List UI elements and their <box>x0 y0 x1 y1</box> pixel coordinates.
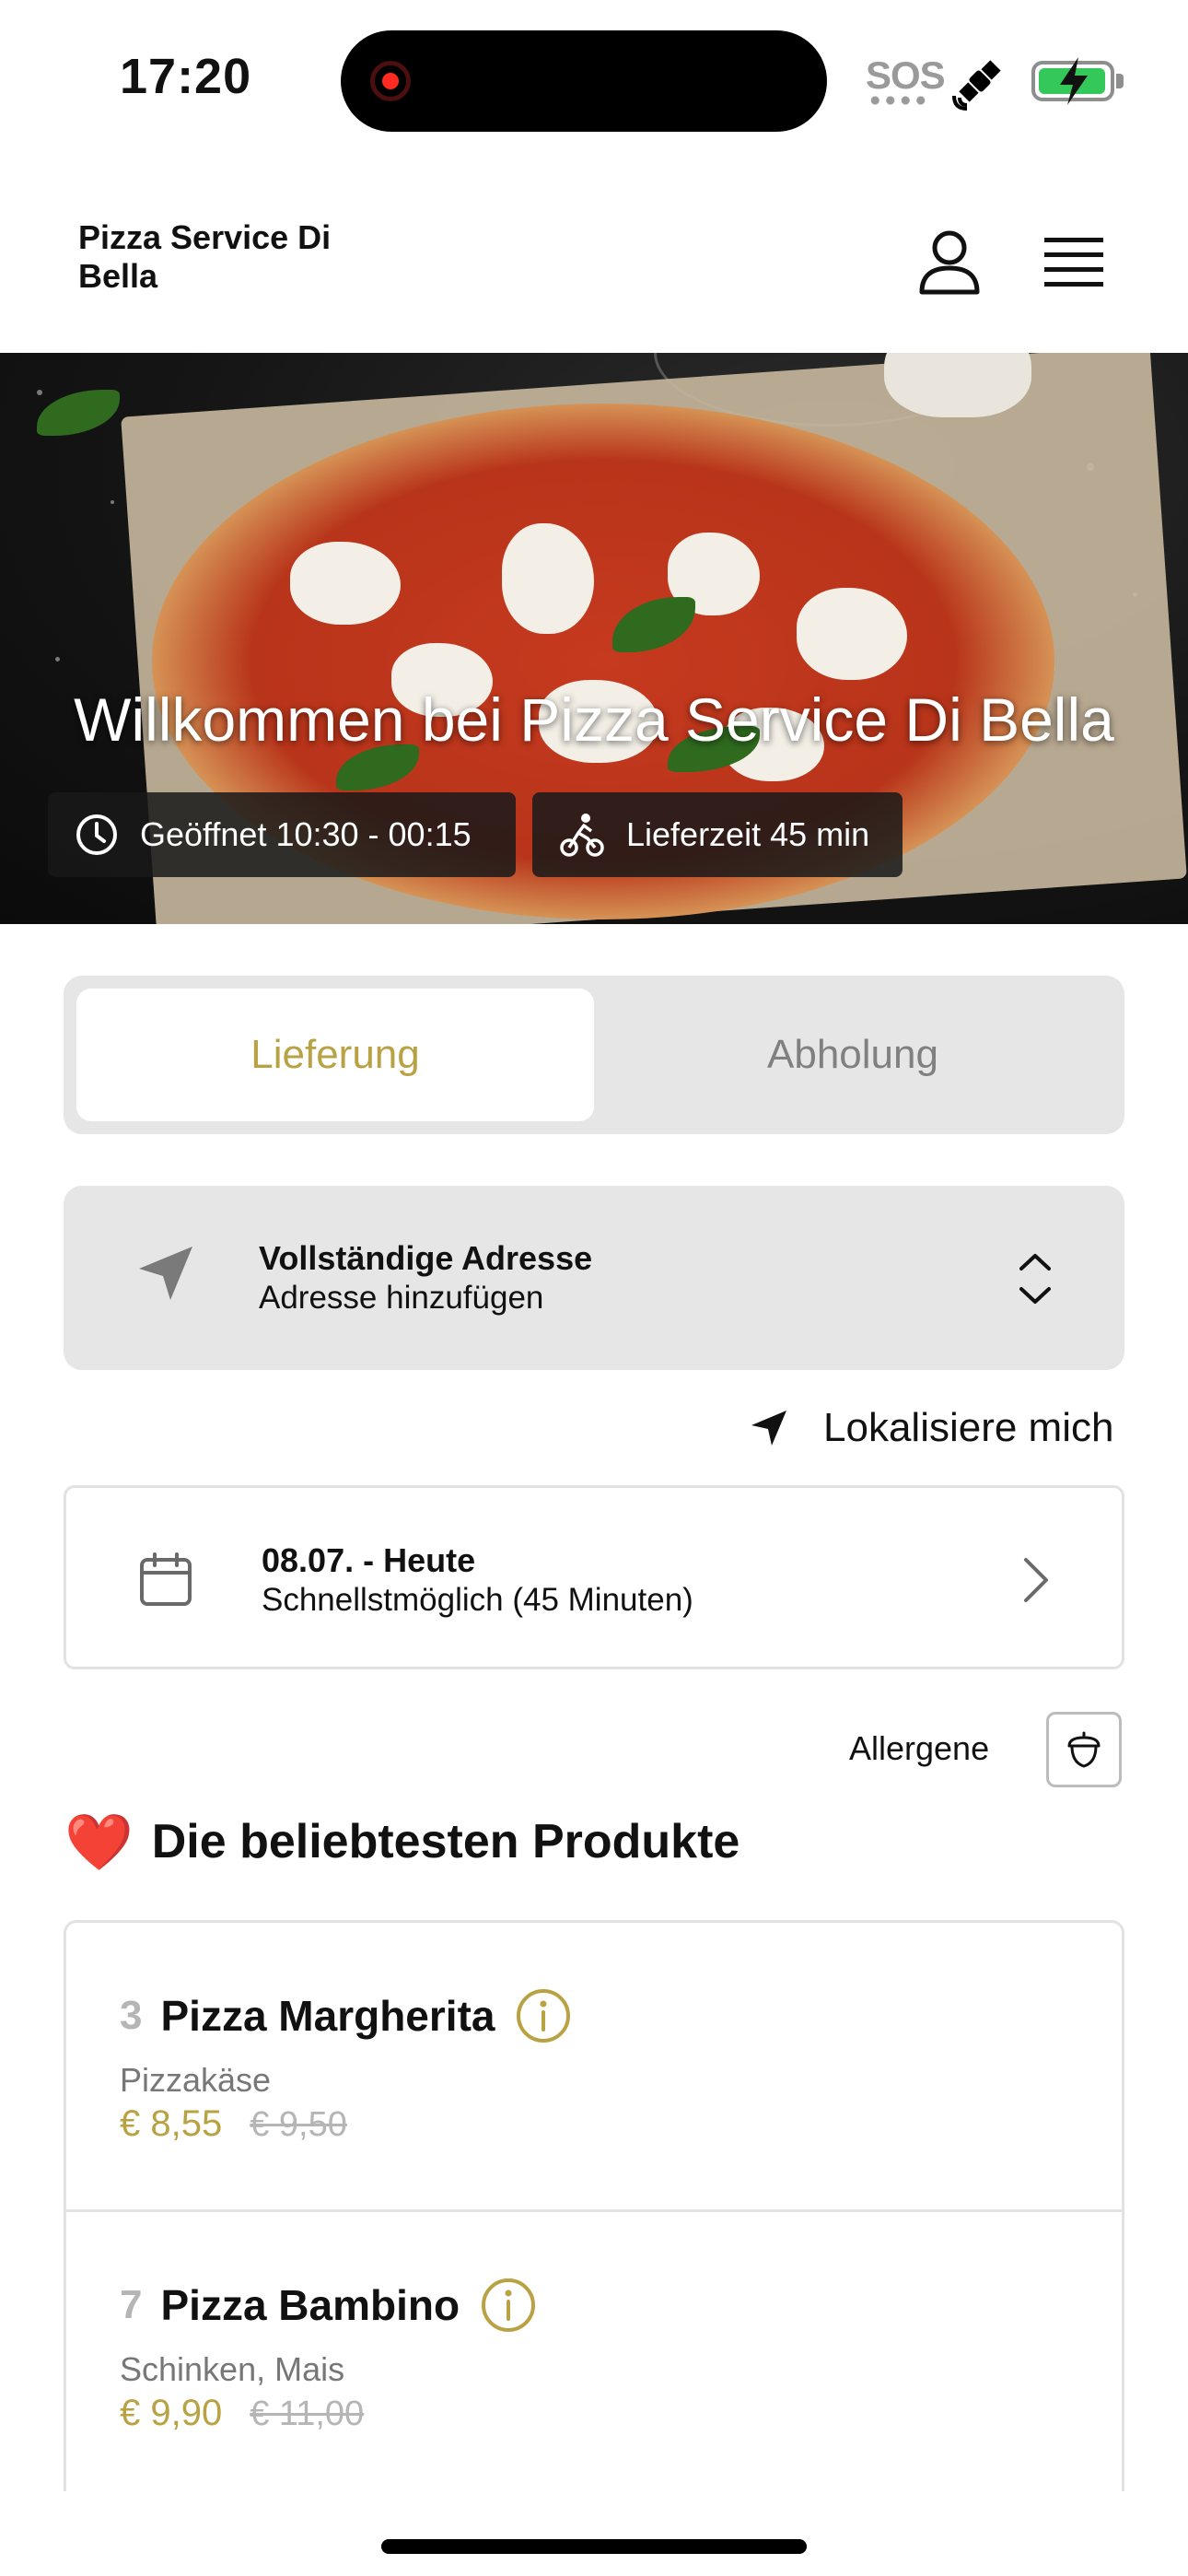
charging-bolt-icon <box>1060 57 1088 105</box>
recording-indicator-icon <box>370 61 411 101</box>
product-card[interactable]: 3 Pizza Margherita Pizzakäse € 8,55 € 9,… <box>66 1923 1122 2212</box>
home-indicator[interactable] <box>381 2539 807 2554</box>
delivery-time-badge: Lieferzeit 45 min <box>532 792 903 877</box>
product-old-price: € 11,00 <box>250 2395 365 2433</box>
schedule-selector[interactable]: 08.07. - Heute Schnellstmöglich (45 Minu… <box>64 1485 1124 1669</box>
signal-dots-icon <box>868 96 928 105</box>
popular-products-title: Die beliebtesten Produkte <box>151 1815 740 1868</box>
allergens-label[interactable]: Allergene <box>849 1729 989 1768</box>
opening-hours-badge: Geöffnet 10:30 - 00:15 <box>48 792 516 877</box>
order-mode-toggle: Lieferung Abholung <box>64 976 1124 1134</box>
heart-emoji: ❤️ <box>64 1810 134 1873</box>
info-icon[interactable] <box>515 1987 572 2044</box>
allergens-button[interactable] <box>1046 1712 1122 1787</box>
schedule-time: Schnellstmöglich (45 Minuten) <box>262 1582 693 1618</box>
shop-name[interactable]: Pizza Service Di Bella <box>78 218 391 296</box>
schedule-date: 08.07. - Heute <box>262 1541 476 1579</box>
chevron-right-icon <box>1024 1558 1048 1602</box>
location-arrow-icon <box>751 1411 786 1446</box>
chevron-up-down-icon <box>1019 1254 1051 1304</box>
delivery-time-text: Lieferzeit 45 min <box>626 815 870 853</box>
hero-banner: Willkommen bei Pizza Service Di Bella Ge… <box>0 353 1188 924</box>
satellite-icon <box>952 60 1001 111</box>
popular-products-heading: ❤️ Die beliebtesten Produkte <box>64 1810 740 1873</box>
product-name: Pizza Bambino <box>160 2281 460 2329</box>
product-old-price: € 9,50 <box>250 2105 347 2144</box>
product-list: 3 Pizza Margherita Pizzakäse € 8,55 € 9,… <box>64 1920 1124 2491</box>
product-name: Pizza Margherita <box>160 1992 495 2040</box>
product-description: Pizzakäse <box>120 2061 272 2099</box>
app-header: Pizza Service Di Bella <box>0 212 1188 350</box>
profile-icon[interactable] <box>914 226 985 298</box>
pickup-tab[interactable]: Abholung <box>594 989 1112 1121</box>
dynamic-island <box>341 30 827 132</box>
product-card[interactable]: 7 Pizza Bambino Schinken, Mais € 9,90 € … <box>66 2212 1122 2491</box>
product-number: 3 <box>120 1993 143 2038</box>
locate-me-label: Lokalisiere mich <box>823 1405 1114 1450</box>
navigation-arrow-icon <box>139 1247 192 1300</box>
clock-icon <box>76 814 117 855</box>
status-bar: 17:20 SOS <box>0 0 1188 157</box>
acorn-allergen-icon <box>1067 1731 1101 1768</box>
mushroom-decoration <box>884 353 1031 417</box>
opening-hours-text: Geöffnet 10:30 - 00:15 <box>140 815 472 853</box>
locate-me-button[interactable]: Lokalisiere mich <box>748 1400 1113 1456</box>
delivery-tab[interactable]: Lieferung <box>76 989 594 1121</box>
address-placeholder: Adresse hinzufügen <box>259 1280 544 1316</box>
info-icon[interactable] <box>480 2277 537 2334</box>
battery-tip <box>1116 74 1124 88</box>
address-title: Vollständige Adresse <box>259 1239 593 1277</box>
product-number: 7 <box>120 2282 143 2327</box>
bicycle-courier-icon <box>560 814 604 857</box>
sos-indicator: SOS <box>866 53 946 97</box>
hero-title: Willkommen bei Pizza Service Di Bella <box>74 685 1114 754</box>
product-price: € 8,55 <box>120 2103 223 2144</box>
product-price: € 9,90 <box>120 2393 223 2433</box>
hamburger-menu-icon[interactable] <box>1039 230 1109 295</box>
address-selector[interactable]: Vollständige Adresse Adresse hinzufügen <box>64 1186 1124 1370</box>
status-time: 17:20 <box>120 49 252 104</box>
calendar-icon <box>140 1552 192 1606</box>
product-description: Schinken, Mais <box>120 2350 345 2388</box>
